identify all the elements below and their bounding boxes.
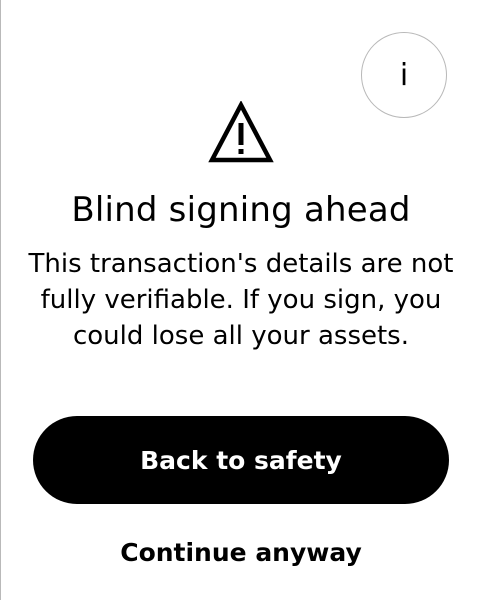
blind-signing-warning-screen: i Blind signing ahead This transaction's… [0, 0, 480, 600]
continue-anyway-button[interactable]: Continue anyway [33, 525, 449, 579]
alert-title: Blind signing ahead [71, 190, 411, 230]
info-button[interactable]: i [361, 32, 447, 118]
back-to-safety-button[interactable]: Back to safety [33, 416, 449, 504]
continue-anyway-label: Continue anyway [120, 537, 362, 567]
info-icon: i [399, 58, 409, 93]
back-to-safety-label: Back to safety [140, 445, 342, 475]
alert-message: This transaction's details are not fully… [28, 249, 454, 351]
warning-triangle-icon [208, 101, 274, 163]
